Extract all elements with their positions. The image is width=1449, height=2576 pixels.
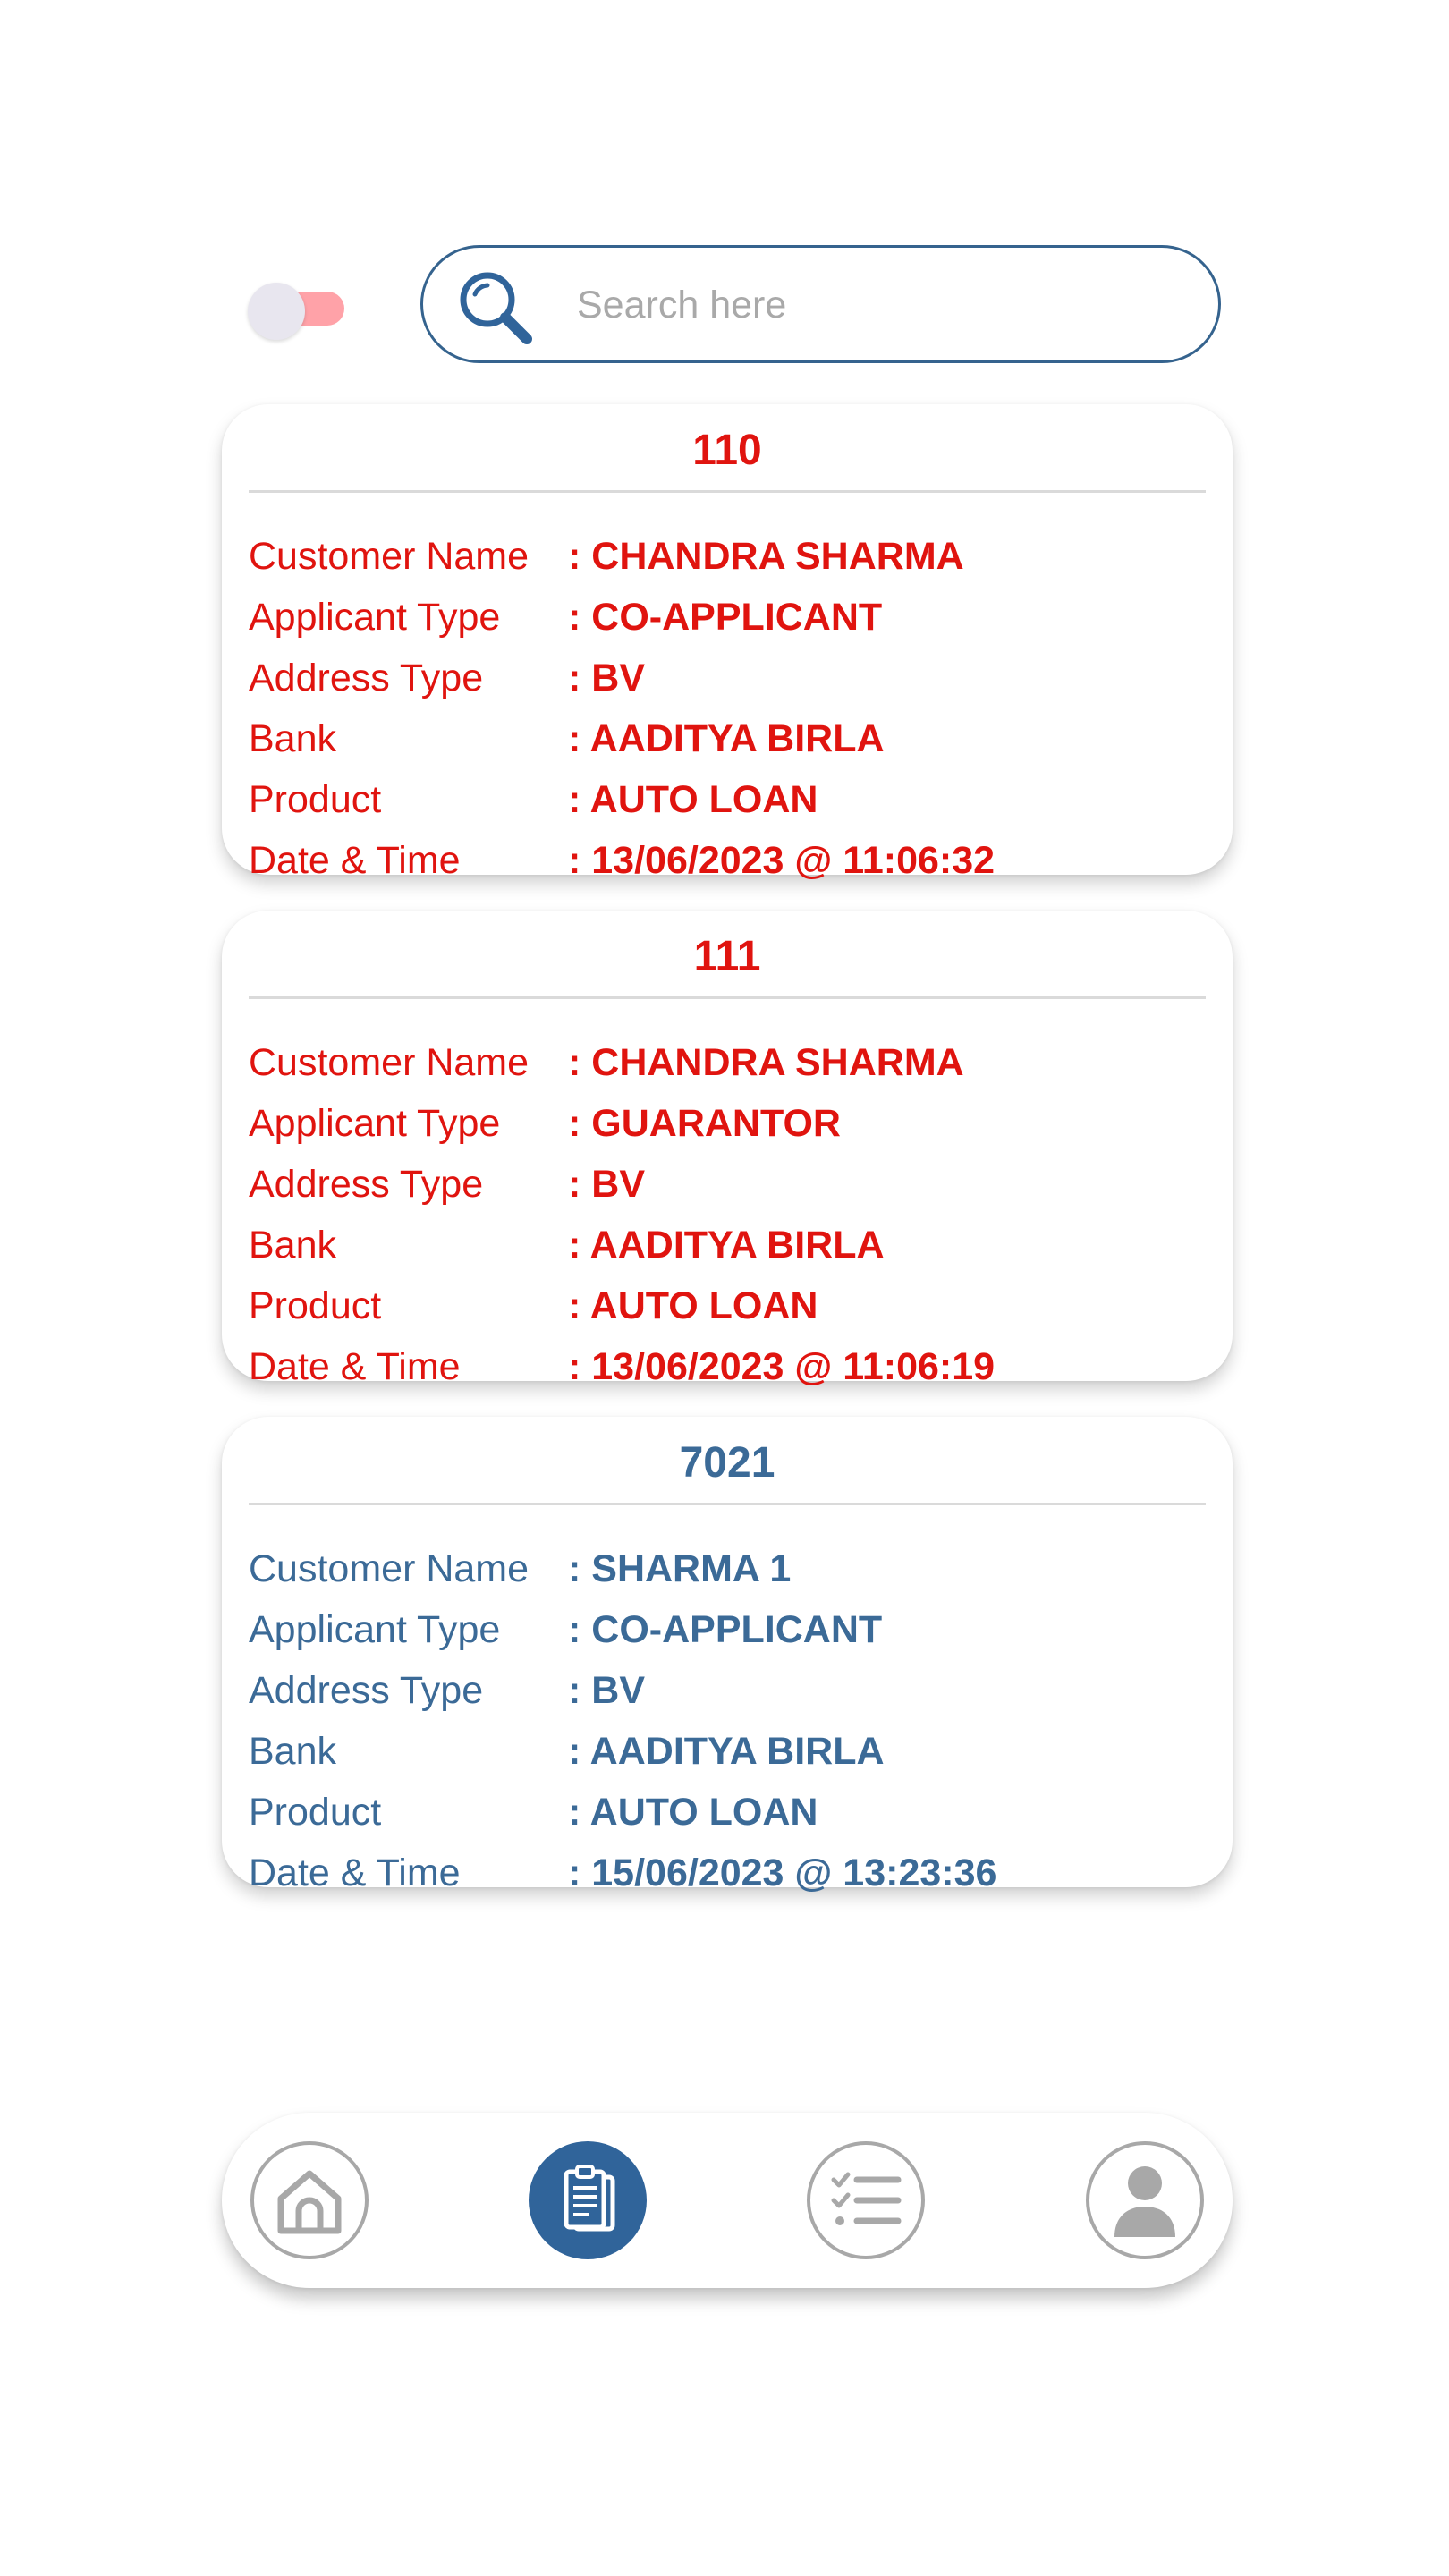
row-label: Customer Name: [249, 535, 530, 578]
row-label: Bank: [249, 1730, 337, 1773]
row-value: : BV: [568, 657, 645, 699]
card-id: 7021: [679, 1439, 775, 1487]
filter-toggle[interactable]: [248, 283, 344, 340]
nav-cases-button[interactable]: [529, 2141, 647, 2259]
row-value: : AUTO LOAN: [568, 1791, 818, 1834]
row-value: : BV: [568, 1163, 645, 1206]
row-value: : 13/06/2023 @ 11:06:19: [568, 1345, 996, 1388]
toggle-knob: [248, 283, 305, 340]
search-bar[interactable]: [420, 245, 1221, 363]
row-label: Applicant Type: [249, 596, 501, 639]
row-label: Applicant Type: [249, 1102, 501, 1145]
row-value: : CO-APPLICANT: [568, 1608, 883, 1651]
row-value: : AADITYA BIRLA: [568, 1224, 885, 1267]
search-input[interactable]: [575, 273, 1187, 337]
row-label: Address Type: [249, 1163, 484, 1206]
card-divider: [249, 490, 1206, 493]
row-label: Date & Time: [249, 839, 461, 882]
card-divider: [249, 996, 1206, 999]
row-label: Date & Time: [249, 1852, 461, 1894]
row-label: Address Type: [249, 1669, 484, 1712]
row-value: : 15/06/2023 @ 13:23:36: [568, 1852, 997, 1894]
search-icon: [455, 267, 536, 348]
clipboard-icon: [564, 2165, 615, 2232]
row-value: : AADITYA BIRLA: [568, 717, 885, 760]
verification-card[interactable]: 111 Customer Name : CHANDRA SHARMA Appli…: [222, 911, 1233, 1388]
checklist-icon: [831, 2172, 902, 2225]
row-label: Bank: [249, 1224, 337, 1267]
row-value: : SHARMA 1: [568, 1547, 792, 1590]
bottom-navigation: [222, 2113, 1233, 2288]
row-value: : GUARANTOR: [568, 1102, 841, 1145]
row-label: Customer Name: [249, 1041, 530, 1084]
row-value: : BV: [568, 1669, 645, 1712]
row-label: Address Type: [249, 657, 484, 699]
nav-home-button[interactable]: [250, 2141, 369, 2259]
verification-card[interactable]: 7021 Customer Name : SHARMA 1 Applicant …: [222, 1417, 1233, 1894]
card-id: 111: [693, 933, 761, 980]
row-value: : CO-APPLICANT: [568, 596, 883, 639]
row-value: : CHANDRA SHARMA: [568, 535, 964, 578]
nav-profile-button[interactable]: [1086, 2141, 1204, 2259]
nav-checklist-button[interactable]: [807, 2141, 925, 2259]
row-value: : 13/06/2023 @ 11:06:32: [568, 839, 996, 882]
row-value: : AUTO LOAN: [568, 1284, 818, 1327]
row-value: : AUTO LOAN: [568, 778, 818, 821]
row-label: Product: [249, 778, 382, 821]
row-value: : AADITYA BIRLA: [568, 1730, 885, 1773]
row-label: Product: [249, 1284, 382, 1327]
row-label: Bank: [249, 717, 337, 760]
row-label: Customer Name: [249, 1547, 530, 1590]
row-label: Date & Time: [249, 1345, 461, 1388]
card-id: 110: [692, 427, 762, 474]
row-value: : CHANDRA SHARMA: [568, 1041, 964, 1084]
home-icon: [277, 2170, 342, 2234]
row-label: Applicant Type: [249, 1608, 501, 1651]
verification-card[interactable]: 110 Customer Name : CHANDRA SHARMA Appli…: [222, 404, 1233, 882]
card-divider: [249, 1503, 1206, 1505]
row-label: Product: [249, 1791, 382, 1834]
user-icon: [1114, 2166, 1175, 2237]
